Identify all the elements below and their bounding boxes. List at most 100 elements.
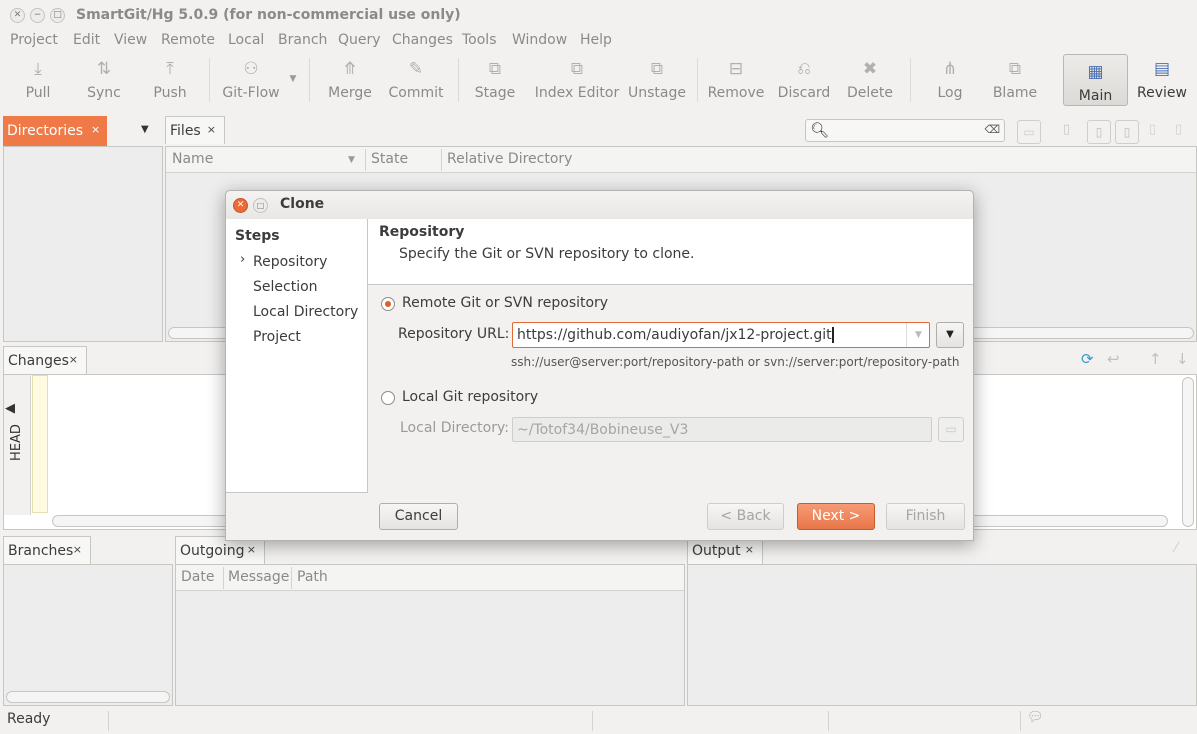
horizontal-scrollbar[interactable] (6, 691, 170, 703)
delete-button[interactable]: ✖ Delete (844, 52, 896, 108)
local-directory-input[interactable]: ~/Totof34/Bobineuse_V3 (512, 417, 932, 442)
menu-query[interactable]: Query (338, 32, 381, 48)
notification-icon[interactable]: 💬︎ (1027, 710, 1044, 725)
close-icon[interactable]: ✕ (10, 8, 25, 23)
close-icon[interactable]: × (69, 353, 78, 366)
show-untracked-icon[interactable]: ▯ (1087, 120, 1111, 144)
dialog-title: Clone (280, 196, 325, 212)
column-path[interactable]: Path (297, 569, 328, 585)
review-perspective-icon: ▤ (1153, 59, 1171, 79)
stage-icon: ⧉ (488, 59, 502, 79)
cancel-button[interactable]: Cancel (379, 503, 458, 530)
toolbar-separator (697, 58, 698, 102)
section-header: Repository Specify the Git or SVN reposi… (368, 219, 973, 285)
show-assumed-icon[interactable]: ▯ (1149, 122, 1156, 137)
url-history-dropdown-icon[interactable]: ▼ (906, 323, 930, 347)
tab-changes[interactable]: Changes × (3, 346, 87, 374)
directories-tree[interactable] (3, 146, 163, 342)
next-change-icon[interactable]: ↓ (1176, 350, 1189, 368)
push-icon: ⤒ (166, 59, 174, 79)
title-bar: ✕ − □ SmartGit/Hg 5.0.9 (for non-commerc… (0, 0, 1197, 30)
show-unchanged-icon[interactable]: ▯ (1063, 122, 1070, 137)
finish-button[interactable]: Finish (886, 503, 965, 530)
gitflow-button[interactable]: ⚇ Git-Flow (220, 52, 282, 108)
branches-tree[interactable] (3, 564, 173, 706)
menu-remote[interactable]: Remote (161, 32, 215, 48)
close-icon[interactable]: × (745, 543, 754, 556)
menu-local[interactable]: Local (228, 32, 264, 48)
remove-icon: ⊟ (728, 59, 744, 79)
menu-window[interactable]: Window (512, 32, 567, 48)
vertical-scrollbar[interactable] (1182, 377, 1194, 527)
outgoing-table[interactable]: Date Message Path (175, 564, 685, 706)
index-editor-button[interactable]: ⧉ Index Editor (534, 52, 620, 108)
remote-repository-radio[interactable] (381, 297, 395, 311)
previous-change-icon[interactable]: ↑ (1149, 350, 1162, 368)
close-icon[interactable]: × (247, 543, 256, 556)
push-button[interactable]: ⤒ Push (144, 52, 196, 108)
files-option-icon[interactable]: ▭ (1017, 120, 1041, 144)
tab-files[interactable]: Files × (165, 116, 225, 144)
merge-button[interactable]: ⤊ Merge (326, 52, 374, 108)
head-label: HEAD (8, 424, 24, 461)
show-new-icon[interactable]: ▯ (1175, 122, 1182, 137)
review-perspective-button[interactable]: ▤ Review (1134, 52, 1190, 108)
menu-edit[interactable]: Edit (73, 32, 100, 48)
gitflow-dropdown-icon[interactable]: ▼ (286, 74, 300, 88)
browse-folder-icon[interactable]: ▭ (938, 417, 964, 442)
unstage-button[interactable]: ⧉ Unstage (628, 52, 686, 108)
main-perspective-button[interactable]: ▦ Main (1063, 54, 1128, 106)
close-icon[interactable]: × (91, 123, 100, 136)
commit-button[interactable]: ✎ Commit (386, 52, 446, 108)
clear-icon[interactable]: ⌫ (984, 123, 1000, 136)
close-icon[interactable]: × (73, 543, 82, 556)
pull-button[interactable]: ⤓ Pull (12, 52, 64, 108)
tab-branches[interactable]: Branches × (3, 536, 91, 564)
menu-help[interactable]: Help (580, 32, 612, 48)
outgoing-panel: Outgoing × Date Message Path (175, 536, 685, 706)
menu-project[interactable]: Project (10, 32, 58, 48)
discard-button[interactable]: ⎌ Discard (776, 52, 832, 108)
tab-directories[interactable]: Directories × (3, 116, 107, 146)
menu-bar: Project Edit View Remote Local Branch Qu… (0, 30, 1197, 52)
clear-output-icon[interactable]: ⁄ (1175, 540, 1177, 556)
refresh-icon[interactable]: ⟳ (1081, 350, 1094, 368)
output-view[interactable] (687, 564, 1197, 706)
change-marker-strip (32, 375, 48, 513)
menu-view[interactable]: View (114, 32, 147, 48)
repository-url-input[interactable]: https://github.com/audiyofan/jx12-projec… (512, 322, 930, 348)
local-repository-label[interactable]: Local Git repository (402, 389, 538, 405)
step-project: Project (253, 329, 301, 345)
sync-button[interactable]: ⇅ Sync (78, 52, 130, 108)
undo-icon[interactable]: ↩ (1107, 350, 1120, 368)
column-relative-directory[interactable]: Relative Directory (447, 151, 572, 167)
column-name[interactable]: Name (172, 151, 213, 167)
chevron-down-icon[interactable]: ▼ (141, 124, 149, 135)
column-state[interactable]: State (371, 151, 408, 167)
url-options-dropdown-button[interactable]: ▼ (936, 322, 964, 348)
stage-button[interactable]: ⧉ Stage (472, 52, 518, 108)
column-message[interactable]: Message (228, 569, 289, 585)
repository-url-hint: ssh://user@server:port/repository-path o… (511, 355, 960, 369)
column-date[interactable]: Date (181, 569, 214, 585)
local-repository-radio[interactable] (381, 391, 395, 405)
dialog-close-icon[interactable]: ✕ (233, 198, 248, 213)
minimize-icon[interactable]: − (30, 8, 45, 23)
maximize-icon[interactable]: □ (50, 8, 65, 23)
show-ignored-icon[interactable]: ▯ (1115, 120, 1139, 144)
menu-changes[interactable]: Changes (392, 32, 453, 48)
close-icon[interactable]: × (207, 123, 216, 136)
back-button[interactable]: < Back (707, 503, 784, 530)
branches-panel: Branches × (3, 536, 173, 706)
dialog-maximize-icon[interactable]: □ (253, 198, 268, 213)
remote-repository-label[interactable]: Remote Git or SVN repository (402, 295, 608, 311)
files-filter-input[interactable]: 🔍︎ ⌫ (805, 119, 1005, 142)
menu-tools[interactable]: Tools (462, 32, 497, 48)
menu-branch[interactable]: Branch (278, 32, 327, 48)
unstage-icon: ⧉ (650, 59, 664, 79)
discard-icon: ⎌ (797, 59, 811, 79)
remove-button[interactable]: ⊟ Remove (706, 52, 766, 108)
blame-button[interactable]: ⧉ Blame (990, 52, 1040, 108)
log-button[interactable]: ⋔ Log (928, 52, 972, 108)
next-button[interactable]: Next > (797, 503, 875, 530)
